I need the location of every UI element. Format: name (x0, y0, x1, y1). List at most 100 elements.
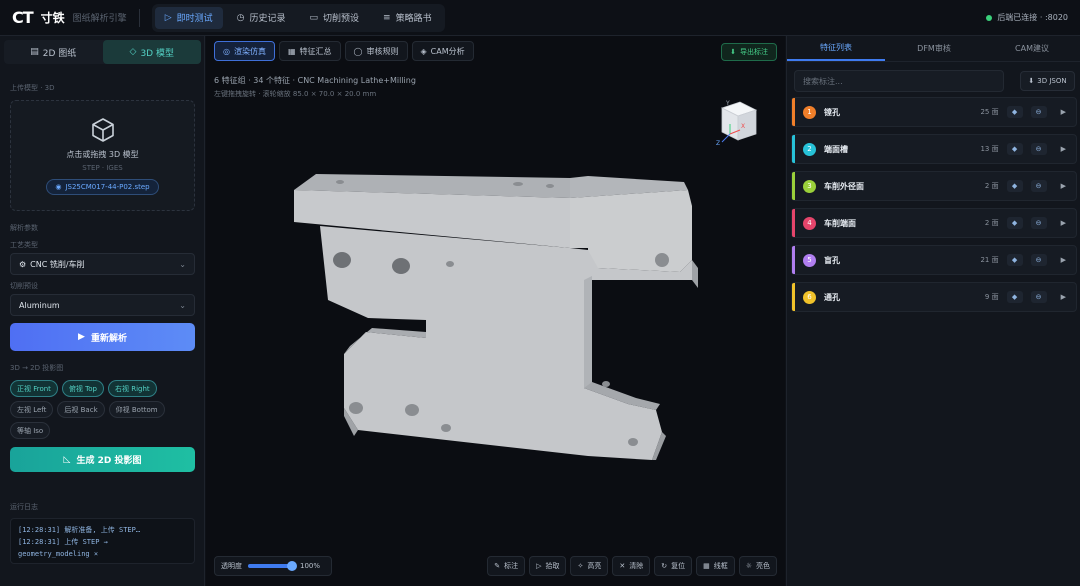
reset-button[interactable]: ↻ 复位 (654, 556, 693, 576)
toggle-visibility-icon[interactable]: ⊖ (1030, 106, 1047, 118)
tab-cam-suggestions[interactable]: CAM建议 (983, 36, 1080, 61)
model-summary: 6 特征组 · 34 个特征 · CNC Machining Lathe+Mil… (214, 76, 416, 85)
feature-row[interactable]: 1 镗孔 25 面 ◆ ⊖ ▶ (791, 97, 1077, 127)
3d-model-render[interactable] (288, 160, 698, 460)
view-chip-iso[interactable]: 等轴 Iso (10, 422, 51, 439)
toggle-visibility-icon[interactable]: ⊖ (1030, 143, 1047, 155)
focus-icon[interactable]: ◆ (1006, 291, 1023, 303)
grid-icon: ▦ (703, 562, 710, 570)
focus-icon[interactable]: ◆ (1006, 254, 1023, 266)
expand-icon[interactable]: ▶ (1061, 182, 1066, 190)
focus-icon[interactable]: ◆ (1006, 106, 1023, 118)
highlight-button[interactable]: ✧ 高亮 (570, 556, 609, 576)
feature-color-bar (792, 172, 795, 200)
log-line: [12:28:31] 上传 STEP → (18, 538, 108, 546)
feature-color-bar (792, 135, 795, 163)
feature-face-count: 25 面 (980, 108, 999, 116)
feature-row[interactable]: 6 通孔 9 面 ◆ ⊖ ▶ (791, 282, 1077, 312)
chevron-down-icon: ⌄ (179, 259, 186, 269)
tab-feature-summary[interactable]: ▦ 特征汇总 (278, 41, 341, 61)
view-chip-bottom[interactable]: 仰视 Bottom (108, 401, 165, 418)
projection-section-label: 3D → 2D 投影图 (10, 364, 64, 372)
preset-select[interactable]: Aluminum ⌄ (10, 294, 195, 316)
feature-row[interactable]: 4 车削端面 2 面 ◆ ⊖ ▶ (791, 208, 1077, 238)
params-section-label: 解析参数 (10, 224, 38, 232)
tool-label: 线框 (713, 562, 728, 570)
file-chip[interactable]: ◉ JS25CM017-44-P02.step (46, 179, 159, 195)
document-icon: ▤ (30, 47, 39, 57)
reparse-button[interactable]: ▶ 重新解析 (10, 323, 195, 351)
generate-2d-button[interactable]: ◺ 生成 2D 投影图 (10, 447, 195, 472)
mode-2d-button[interactable]: ▤ 2D 图纸 (4, 40, 103, 64)
nav-tab-strategy[interactable]: ≡ 策略路书 (373, 7, 442, 29)
tab-feature-list[interactable]: 特征列表 (787, 36, 885, 61)
tab-render[interactable]: ◎ 渲染仿真 (214, 41, 275, 61)
upload-dropzone[interactable]: 点击或拖拽 3D 模型 STEP · IGES ◉ JS25CM017-44-P… (10, 100, 195, 211)
focus-icon[interactable]: ◆ (1006, 143, 1023, 155)
export-label: 导出标注 (740, 48, 768, 56)
feature-name: 端面槽 (824, 144, 848, 154)
clear-button[interactable]: ✕ 清除 (612, 556, 651, 576)
pick-button[interactable]: ▷ 拾取 (529, 556, 567, 576)
toggle-visibility-icon[interactable]: ⊖ (1030, 291, 1047, 303)
opacity-slider-handle[interactable] (287, 561, 297, 571)
logo: CT 寸铁 图纸解析引擎 (12, 8, 127, 27)
feature-row[interactable]: 3 车削外径面 2 面 ◆ ⊖ ▶ (791, 171, 1077, 201)
viewport-panel: ◎ 渲染仿真 ▦ 特征汇总 ◯ 审核规则 ◈ CAM分析 ⬇ 导出标注 6 特征… (206, 36, 785, 586)
log-line: [12:28:31] 解析准备, 上传 STEP… (18, 526, 141, 534)
mode-label: 3D 模型 (140, 48, 174, 59)
export-3d-json-button[interactable]: ⬇ 3D JSON (1020, 71, 1075, 91)
view-chip-right[interactable]: 右视 Right (107, 380, 157, 397)
expand-icon[interactable]: ▶ (1061, 145, 1066, 153)
focus-icon[interactable]: ◆ (1006, 180, 1023, 192)
feature-row[interactable]: 5 盲孔 21 面 ◆ ⊖ ▶ (791, 245, 1077, 275)
feature-row[interactable]: 2 端面槽 13 面 ◆ ⊖ ▶ (791, 134, 1077, 164)
play-icon: ▷ (164, 12, 172, 23)
feature-number-badge: 3 (803, 179, 816, 193)
mode-3d-button[interactable]: ◇ 3D 模型 (102, 40, 201, 64)
toggle-visibility-icon[interactable]: ⊖ (1030, 180, 1047, 192)
feature-name: 车削端面 (824, 218, 856, 228)
feature-search-input[interactable]: 搜索标注... (794, 70, 1004, 92)
tool-label: 清除 (629, 562, 644, 570)
light-theme-button[interactable]: ☼ 亮色 (738, 556, 777, 576)
opacity-value: 100% (300, 562, 321, 570)
process-label: 工艺类型 (10, 241, 38, 249)
download-icon: ⬇ (730, 48, 736, 56)
view-chip-left[interactable]: 左视 Left (10, 401, 54, 418)
opacity-slider[interactable] (248, 561, 297, 571)
nav-tab-live-test[interactable]: ▷ 即时测试 (154, 6, 223, 29)
main-nav: ▷ 即时测试 ◷ 历史记录 ▭ 切削预设 ≡ 策略路书 (151, 3, 445, 32)
export-annotations-button[interactable]: ⬇ 导出标注 (721, 43, 777, 61)
tab-label: 渲染仿真 (233, 46, 266, 56)
focus-icon[interactable]: ◆ (1006, 217, 1023, 229)
view-cube[interactable]: Y X Z (714, 98, 760, 146)
expand-icon[interactable]: ▶ (1061, 256, 1066, 264)
play-icon: ▶ (78, 332, 85, 342)
view-chip-top[interactable]: 俯视 Top (61, 380, 104, 397)
gear-icon: ⚙ (19, 259, 27, 269)
toggle-visibility-icon[interactable]: ⊖ (1030, 217, 1047, 229)
toggle-visibility-icon[interactable]: ⊖ (1030, 254, 1047, 266)
annotate-button[interactable]: ✎ 标注 (487, 556, 526, 576)
expand-icon[interactable]: ▶ (1061, 219, 1066, 227)
tab-cam[interactable]: ◈ CAM分析 (411, 41, 474, 61)
process-select[interactable]: ⚙ CNC 铣削/车削 ⌄ (10, 253, 195, 275)
feature-number-badge: 2 (803, 142, 816, 156)
tab-review-rules[interactable]: ◯ 审核规则 (344, 41, 408, 61)
status-dot-icon (986, 14, 993, 21)
nav-tab-history[interactable]: ◷ 历史记录 (227, 7, 296, 29)
expand-icon[interactable]: ▶ (1061, 293, 1066, 301)
wireframe-button[interactable]: ▦ 线框 (696, 556, 735, 576)
expand-icon[interactable]: ▶ (1061, 108, 1066, 116)
axis-z-label: Z (716, 140, 720, 146)
view-chip-front[interactable]: 正视 Front (10, 380, 58, 397)
mode-label: 2D 图纸 (42, 48, 77, 59)
upload-section-label: 上传模型 · 3D (10, 84, 55, 92)
view-chip-back[interactable]: 后视 Back (57, 401, 105, 418)
feature-color-bar (792, 98, 795, 126)
nav-tab-label: 历史记录 (249, 14, 286, 24)
nav-tab-presets[interactable]: ▭ 切削预设 (300, 7, 370, 29)
tab-dfm-review[interactable]: DFM审核 (885, 36, 983, 61)
top-bar: CT 寸铁 图纸解析引擎 ▷ 即时测试 ◷ 历史记录 ▭ 切削预设 ≡ 策略路书… (0, 0, 1080, 36)
